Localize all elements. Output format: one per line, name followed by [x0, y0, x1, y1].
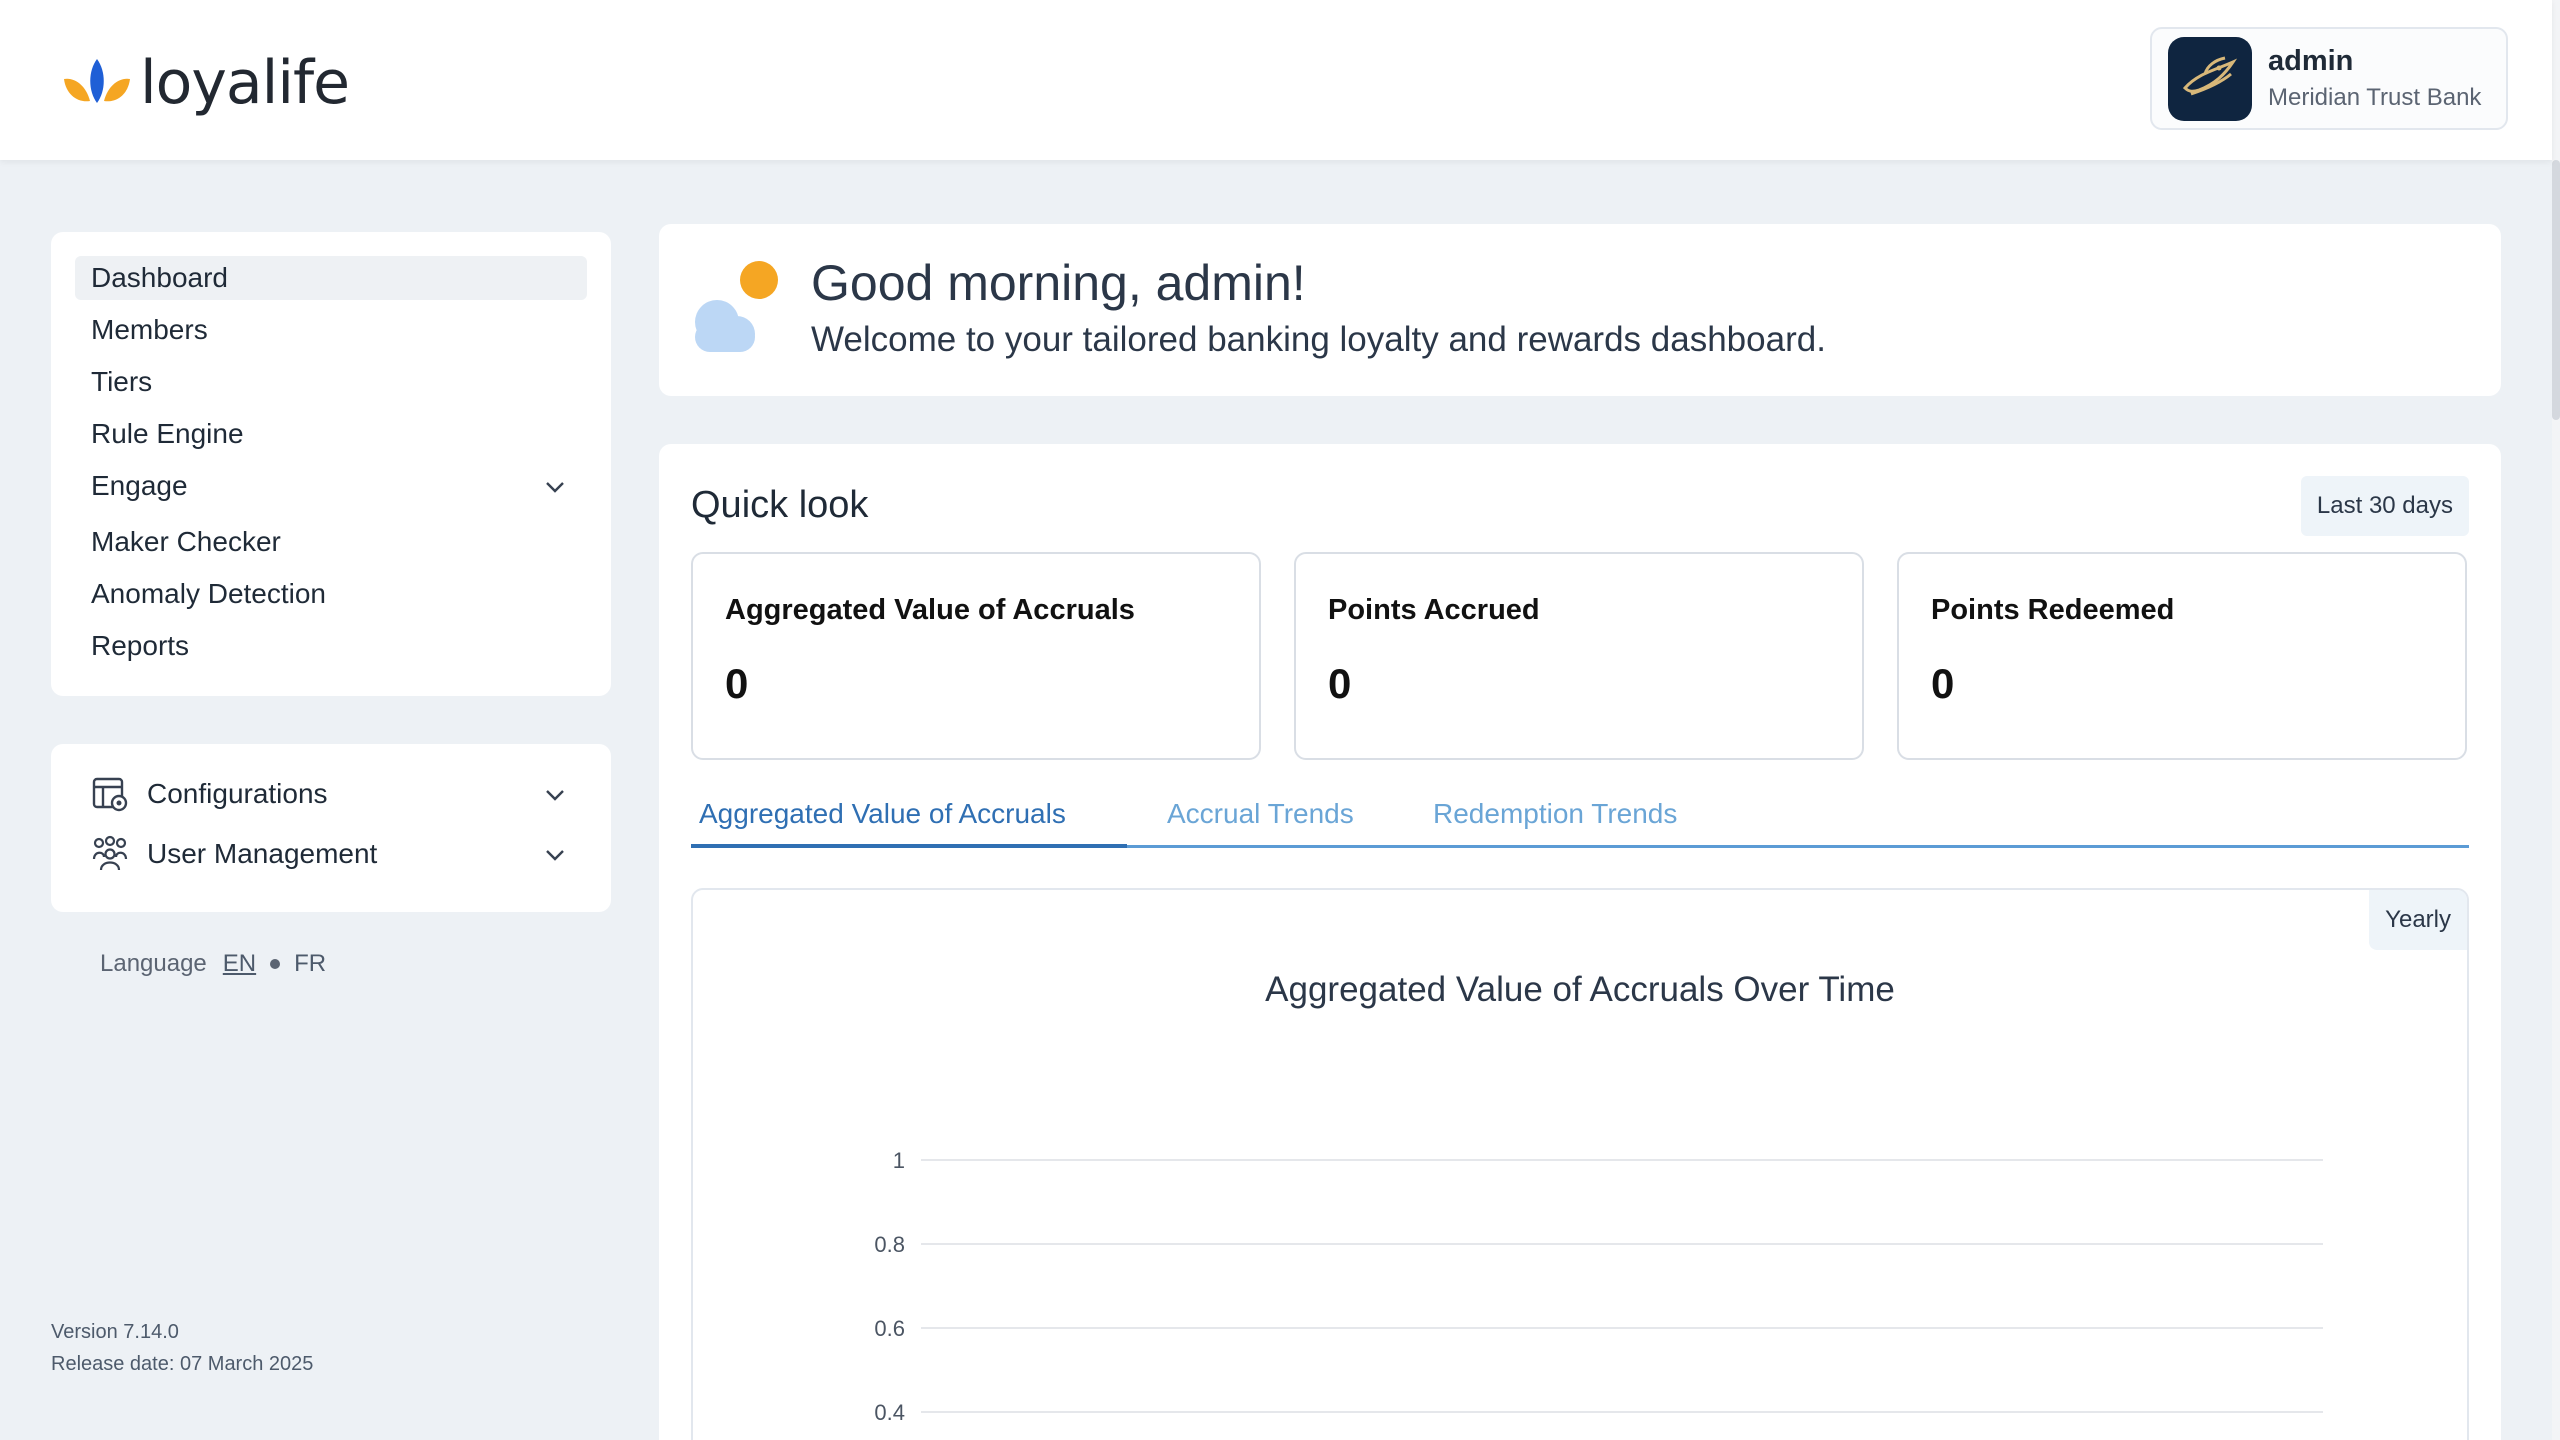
sidebar-item-label: Tiers: [91, 366, 153, 397]
y-tick-label: 1: [893, 1148, 905, 1173]
brand-logo[interactable]: loyalife: [60, 48, 350, 118]
top-header: loyalife admin Meridian Trust Bank: [0, 0, 2552, 160]
stat-value: 0: [725, 660, 749, 707]
users-group-icon: [92, 835, 128, 871]
sidebar-item-label: Reports: [91, 630, 190, 661]
sidebar-item-engage[interactable]: Engage: [75, 464, 587, 508]
language-switcher: Language EN FR: [100, 950, 326, 978]
accruals-chart: 1 0.8 0.6 0.4: [874, 1148, 2323, 1425]
y-tick-label: 0.8: [874, 1232, 905, 1257]
profile-name: admin: [2268, 45, 2354, 77]
stat-label: Points Accrued: [1328, 594, 1540, 626]
chevron-down-icon: [543, 842, 567, 874]
chevron-down-icon: [543, 474, 567, 506]
language-label: Language: [100, 950, 207, 977]
version-info: Version 7.14.0 Release date: 07 March 20…: [51, 1316, 313, 1380]
stat-value: 0: [1328, 660, 1352, 707]
sidebar-item-label: Dashboard: [91, 262, 228, 293]
profile-org: Meridian Trust Bank: [2268, 84, 2482, 111]
tab-aggregated-value[interactable]: Aggregated Value of Accruals: [699, 798, 1066, 830]
active-tab-indicator: [691, 844, 1127, 848]
scrollbar-thumb[interactable]: [2552, 160, 2560, 420]
sidebar-item-label: Members: [91, 314, 208, 345]
sidebar-item-label: Maker Checker: [91, 526, 281, 557]
avatar: [2168, 36, 2252, 121]
sidebar-item-label: Engage: [91, 470, 188, 501]
chevron-down-icon: [543, 782, 567, 814]
stat-card-points-redeemed: Points Redeemed 0: [1897, 552, 2467, 760]
stat-card-points-accrued: Points Accrued 0: [1294, 552, 1864, 760]
greeting-subtitle: Welcome to your tailored banking loyalty…: [811, 320, 1826, 359]
sidebar-item-label: Configurations: [147, 778, 328, 809]
tab-accrual-trends[interactable]: Accrual Trends: [1167, 798, 1354, 830]
sidebar-item-label: User Management: [147, 838, 378, 869]
sidebar-item-members[interactable]: Members: [75, 308, 587, 352]
user-profile-card[interactable]: admin Meridian Trust Bank: [2150, 27, 2508, 130]
sidebar-item-label: Anomaly Detection: [91, 578, 327, 609]
release-date-text: Release date: 07 March 2025: [51, 1353, 314, 1375]
sidebar-item-reports[interactable]: Reports: [75, 624, 587, 668]
chart-card: Yearly Aggregated Value of Accruals Over…: [691, 888, 2469, 1440]
sidebar-item-maker-checker[interactable]: Maker Checker: [75, 520, 587, 564]
sidebar-item-rule-engine[interactable]: Rule Engine: [75, 412, 587, 456]
separator-dot: [270, 959, 281, 969]
quick-look-title: Quick look: [691, 484, 869, 526]
greeting-title: Good morning, admin!: [811, 255, 1306, 311]
sidebar-item-label: Rule Engine: [91, 418, 244, 449]
chart-tabs: Aggregated Value of Accruals Accrual Tre…: [691, 796, 2469, 848]
sidebar-item-anomaly-detection[interactable]: Anomaly Detection: [75, 572, 587, 616]
stat-label: Points Redeemed: [1931, 594, 2175, 626]
lotus-logo-icon: [64, 59, 130, 103]
sidebar-item-user-management[interactable]: User Management: [91, 828, 587, 880]
y-tick-label: 0.6: [874, 1316, 905, 1341]
language-option-en[interactable]: EN: [223, 950, 256, 978]
sidebar-item-configurations[interactable]: Configurations: [91, 768, 587, 820]
brand-name: loyalife: [140, 48, 350, 118]
version-text: Version 7.14.0: [51, 1321, 179, 1343]
sidebar-item-tiers[interactable]: Tiers: [75, 360, 587, 404]
stat-value: 0: [1931, 660, 1955, 707]
date-range-button[interactable]: Last 30 days: [2300, 476, 2469, 536]
y-tick-label: 0.4: [874, 1400, 905, 1425]
sun-cloud-icon: [695, 261, 778, 352]
tab-redemption-trends[interactable]: Redemption Trends: [1433, 798, 1677, 830]
bird-logo-icon: [2182, 56, 2238, 95]
quick-look-panel: Quick look Last 30 days Aggregated Value…: [659, 444, 2501, 1440]
settings-table-icon: [92, 777, 128, 812]
stat-label: Aggregated Value of Accruals: [725, 594, 1135, 626]
stat-card-aggregated-value: Aggregated Value of Accruals 0: [691, 552, 1261, 760]
greeting-card: Good morning, admin! Welcome to your tai…: [659, 224, 2501, 396]
language-option-fr[interactable]: FR: [294, 950, 326, 978]
sidebar-item-dashboard[interactable]: Dashboard: [75, 256, 587, 300]
sidebar-config-nav: Configurations User Management: [51, 744, 611, 912]
sidebar-nav: Dashboard Members Tiers Rule Engine Enga…: [51, 232, 611, 696]
